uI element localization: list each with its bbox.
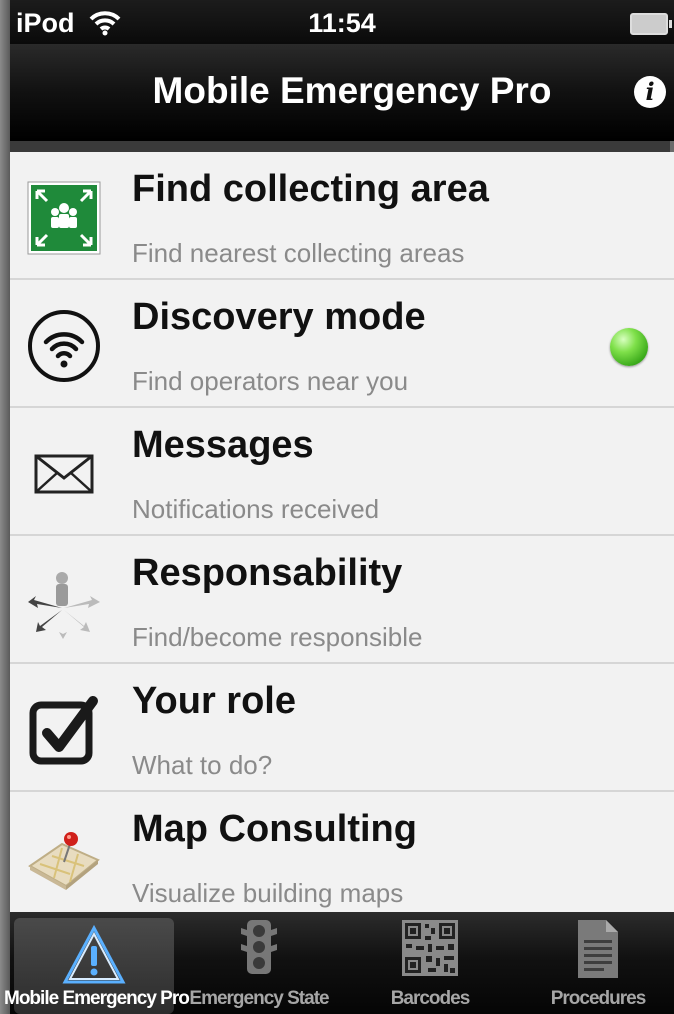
tab-label: Procedures	[550, 988, 647, 1009]
device-frame-left	[0, 0, 10, 1014]
assembly-point-icon	[26, 180, 102, 256]
item-subtitle: Find nearest collecting areas	[132, 238, 465, 268]
menu-list: Find collecting area Find nearest collec…	[10, 152, 674, 918]
tab-label: Mobile Emergency Pro	[4, 988, 190, 1009]
checkbox-icon	[26, 692, 102, 768]
info-icon[interactable]: i	[634, 76, 666, 108]
item-title: Responsability	[132, 552, 403, 594]
item-title: Discovery mode	[132, 296, 426, 338]
item-title: Map Consulting	[132, 808, 417, 850]
list-item-responsability[interactable]: Responsability Find/become responsible	[10, 536, 674, 664]
item-title: Messages	[132, 424, 314, 466]
status-indicator-led	[610, 328, 648, 366]
list-item-map-consulting[interactable]: Map Consulting Visualize building maps	[10, 792, 674, 918]
tab-emergency-state[interactable]: Emergency State	[178, 912, 340, 1014]
page-title: Mobile Emergency Pro	[152, 70, 552, 111]
tab-mobile-emergency-pro[interactable]: Mobile Emergency Pro	[4, 918, 190, 1014]
tab-barcodes[interactable]: Barcodes	[350, 912, 510, 1014]
list-item-discovery-mode[interactable]: Discovery mode Find operators near you	[10, 280, 674, 408]
document-icon	[574, 918, 622, 985]
envelope-icon	[26, 436, 102, 512]
item-subtitle: Find operators near you	[132, 366, 409, 396]
item-subtitle: Notifications received	[132, 494, 380, 524]
battery-icon	[630, 13, 672, 35]
item-title: Your role	[132, 680, 296, 722]
warning-icon	[61, 924, 127, 991]
list-item-your-role[interactable]: Your role What to do?	[10, 664, 674, 792]
tab-label: Emergency State	[189, 988, 329, 1009]
tab-label: Barcodes	[390, 988, 471, 1009]
qr-code-icon	[400, 918, 460, 983]
tab-bar: Mobile Emergency Pro Emergency State Bar…	[4, 912, 674, 1014]
people-arrows-icon	[26, 564, 102, 640]
list-item-messages[interactable]: Messages Notifications received	[10, 408, 674, 536]
traffic-light-icon	[239, 918, 279, 985]
navigation-bar: Mobile Emergency Pro i	[10, 44, 674, 141]
wifi-circle-icon	[26, 308, 102, 384]
clock: 11:54	[308, 8, 376, 38]
item-subtitle: Visualize building maps	[132, 878, 404, 908]
status-bar: iPod 11:54	[10, 0, 674, 44]
list-item-find-collecting-area[interactable]: Find collecting area Find nearest collec…	[10, 152, 674, 280]
item-title: Find collecting area	[132, 168, 489, 210]
map-pin-icon	[26, 820, 102, 896]
tab-procedures[interactable]: Procedures	[516, 912, 674, 1014]
item-subtitle: What to do?	[132, 750, 273, 780]
item-subtitle: Find/become responsible	[132, 622, 423, 652]
